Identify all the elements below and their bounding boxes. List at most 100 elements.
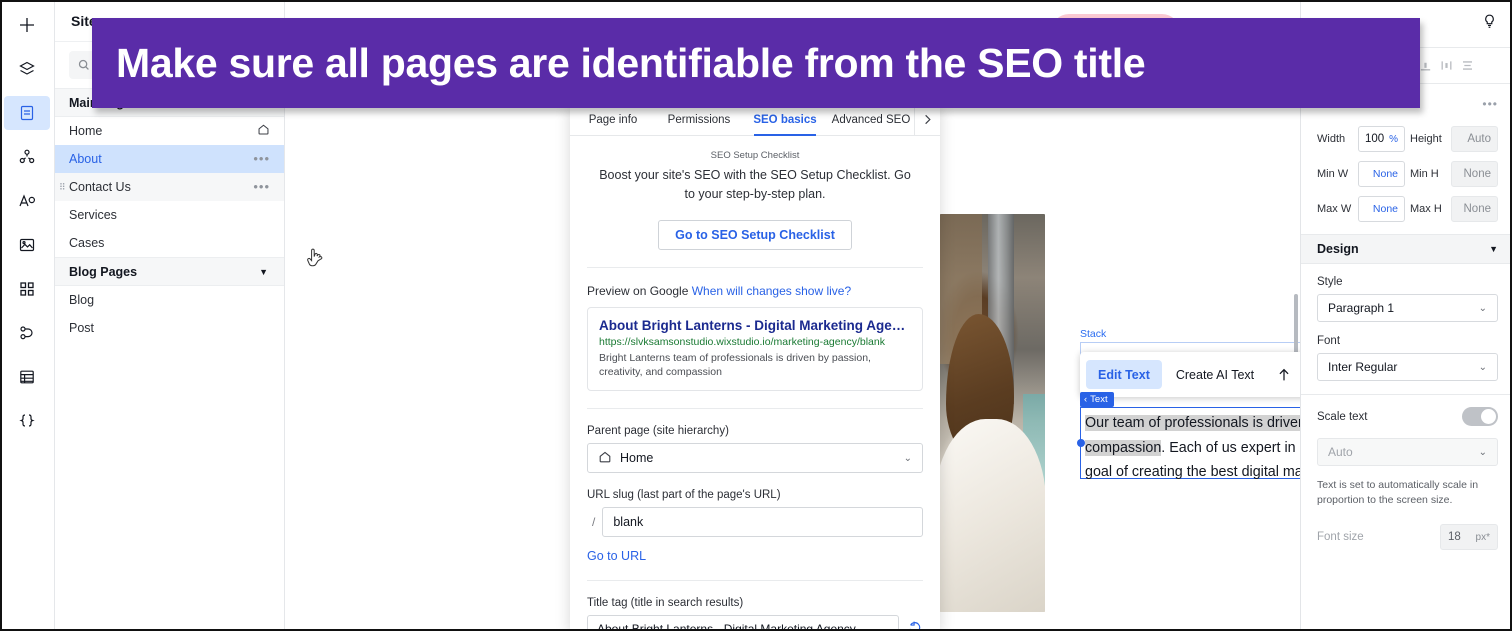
tab-page-info[interactable]: Page info (570, 104, 656, 135)
go-to-url-link[interactable]: Go to URL (587, 549, 923, 563)
chevron-down-icon: ⌄ (1478, 446, 1487, 458)
tab-permissions[interactable]: Permissions (656, 104, 742, 135)
edit-text-button[interactable]: Edit Text (1086, 360, 1162, 389)
tag-label: Text (1090, 394, 1108, 405)
chevron-down-icon: ⌄ (1478, 302, 1487, 314)
chevron-down-icon: ▼ (1489, 244, 1498, 254)
max-width-input[interactable]: None (1358, 196, 1405, 222)
create-ai-text-button[interactable]: Create AI Text (1164, 360, 1266, 389)
height-input[interactable]: Auto (1451, 126, 1498, 152)
tabs-next-arrow-icon[interactable] (914, 104, 940, 135)
text-element-tag[interactable]: ‹ Text (1080, 392, 1114, 407)
seo-panel-body: SEO Setup Checklist Boost your site's SE… (570, 136, 940, 631)
page-row-blog[interactable]: Blog (55, 286, 284, 314)
media-icon[interactable] (4, 228, 50, 262)
tag-chevron-icon: ‹ (1084, 394, 1088, 405)
page-more-icon[interactable]: ••• (253, 152, 270, 165)
tab-seo-basics[interactable]: SEO basics (742, 104, 828, 136)
parent-page-label: Parent page (site hierarchy) (587, 425, 729, 437)
url-slug-input[interactable] (602, 507, 923, 537)
design-section-header[interactable]: Design ▼ (1301, 234, 1512, 264)
home-icon (257, 123, 270, 139)
layers-icon[interactable] (4, 52, 50, 86)
move-up-arrow-icon[interactable] (1268, 360, 1300, 389)
stretch-vertical-icon[interactable] (1458, 55, 1477, 77)
font-size-input[interactable]: 18 px* (1440, 524, 1498, 550)
title-tag-input[interactable] (587, 615, 899, 631)
when-will-changes-show-live-link[interactable]: When will changes show live? (692, 284, 851, 298)
width-input[interactable]: 100 % (1358, 126, 1405, 152)
slug-prefix: / (592, 515, 596, 529)
stack-label[interactable]: Stack (1080, 328, 1106, 340)
page-group-blog-pages[interactable]: Blog Pages ▼ (55, 257, 284, 286)
page-row-contact-us[interactable]: ⠿ Contact Us ••• (55, 173, 284, 201)
page-label: Cases (69, 236, 105, 250)
min-width-label: Min W (1317, 168, 1349, 180)
min-height-value: None (1463, 168, 1492, 180)
apps-icon[interactable] (4, 272, 50, 306)
preview-label: Preview on Google (587, 284, 689, 298)
google-preview-title[interactable]: About Bright Lanterns - Digital Marketin… (599, 317, 911, 334)
url-slug-row: / (587, 507, 923, 537)
size-more-icon[interactable]: ••• (1482, 98, 1498, 110)
parent-page-select[interactable]: Home ⌄ (587, 443, 923, 473)
style-select[interactable]: Paragraph 1 ⌄ (1317, 294, 1498, 322)
team-photo[interactable] (940, 214, 1045, 612)
resize-handle-left[interactable] (1077, 439, 1085, 447)
scale-mode-select[interactable]: Auto ⌄ (1317, 438, 1498, 466)
toggle-knob (1481, 409, 1496, 424)
scale-text-note: Text is set to automatically scale in pr… (1317, 479, 1479, 506)
drag-handle-icon[interactable]: ⠿ (59, 183, 67, 192)
checklist-heading: SEO Setup Checklist (710, 150, 800, 161)
size-fields-grid: Width 100 % Height Auto Min W None Min H… (1301, 111, 1512, 234)
max-height-input[interactable]: None (1451, 196, 1498, 222)
design-section-title: Design (1317, 242, 1359, 256)
page-row-services[interactable]: Services (55, 201, 284, 229)
page-row-about[interactable]: About ••• (55, 145, 284, 173)
divider (1301, 394, 1512, 395)
height-value: Auto (1467, 133, 1491, 145)
page-label: Post (69, 321, 95, 335)
go-to-seo-setup-checklist-button[interactable]: Go to SEO Setup Checklist (658, 220, 852, 250)
page-row-home[interactable]: Home (55, 117, 284, 145)
size-row-min: Min W None Min H None (1317, 161, 1498, 187)
chevron-down-icon: ▼ (259, 266, 268, 277)
seo-panel-tabs: Page info Permissions SEO basics Advance… (570, 104, 940, 136)
chevron-down-icon: ⌄ (1478, 361, 1487, 373)
chevron-down-icon: ⌄ (903, 452, 912, 464)
pages-icon[interactable] (4, 96, 50, 130)
mouse-cursor-icon (307, 248, 326, 274)
google-preview-url: https://slvksamsonstudio.wixstudio.io/ma… (599, 336, 885, 348)
width-unit: % (1389, 133, 1398, 145)
site-structure-icon[interactable] (4, 140, 50, 174)
page-row-cases[interactable]: Cases (55, 229, 284, 257)
google-preview-description: Bright Lanterns team of professionals is… (599, 352, 871, 378)
tab-advanced-seo[interactable]: Advanced SEO (828, 104, 914, 135)
min-width-input[interactable]: None (1358, 161, 1405, 187)
divider (587, 580, 923, 581)
dev-mode-icon[interactable] (4, 404, 50, 438)
font-size-row: Font size 18 px* (1317, 524, 1498, 550)
parent-page-value: Home (620, 451, 654, 465)
cms-icon[interactable] (4, 360, 50, 394)
text-theme-icon[interactable] (4, 184, 50, 218)
min-height-input[interactable]: None (1451, 161, 1498, 187)
add-icon[interactable] (4, 8, 50, 42)
paragraph-text-element[interactable]: Our team of professionals is driven by p… (1077, 407, 1300, 480)
lightbulb-icon[interactable] (1481, 13, 1498, 33)
style-value: Paragraph 1 (1328, 301, 1395, 315)
reset-title-icon[interactable] (907, 619, 923, 631)
page-row-post[interactable]: Post (55, 314, 284, 342)
left-icon-rail (0, 0, 55, 631)
divider (587, 267, 923, 268)
stretch-horizontal-icon[interactable] (1437, 55, 1456, 77)
automations-icon[interactable] (4, 316, 50, 350)
min-height-label: Min H (1410, 168, 1439, 180)
font-size-label: Font size (1317, 531, 1364, 543)
scale-text-row: Scale text (1317, 407, 1498, 426)
scale-text-toggle[interactable] (1462, 407, 1498, 426)
page-more-icon[interactable]: ••• (253, 180, 270, 193)
font-value: Inter Regular (1328, 360, 1398, 374)
font-select[interactable]: Inter Regular ⌄ (1317, 353, 1498, 381)
checklist-description: Boost your site's SEO with the SEO Setup… (599, 168, 911, 201)
